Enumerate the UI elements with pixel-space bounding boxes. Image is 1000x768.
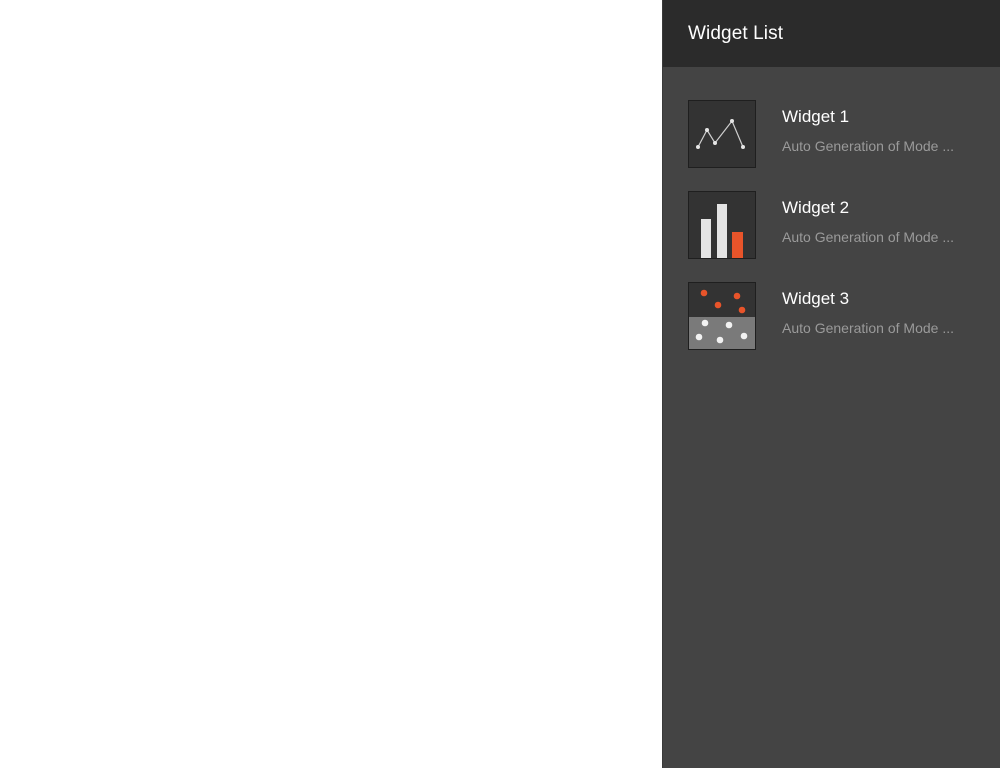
bar-chart-icon xyxy=(688,191,756,259)
panel-header: Widget List xyxy=(663,0,1000,67)
widget-item-2[interactable]: Widget 2 Auto Generation of Mode ... xyxy=(688,191,1000,259)
widget-text: Widget 1 Auto Generation of Mode ... xyxy=(782,100,954,168)
widget-name: Widget 2 xyxy=(782,198,850,217)
widget-description: Auto Generation of Mode ... xyxy=(782,320,954,336)
widget-list-panel: Widget List Widget 1 Auto Generation of … xyxy=(663,0,1000,768)
line-chart-icon xyxy=(688,100,756,168)
widget-item-1[interactable]: Widget 1 Auto Generation of Mode ... xyxy=(688,100,1000,168)
widget-description: Auto Generation of Mode ... xyxy=(782,138,954,154)
widget-text: Widget 3 Auto Generation of Mode ... xyxy=(782,282,954,350)
main-canvas xyxy=(0,0,663,768)
scatter-chart-icon xyxy=(688,282,756,350)
widget-name: Widget 3 xyxy=(782,289,850,308)
widget-item-3[interactable]: Widget 3 Auto Generation of Mode ... xyxy=(688,282,1000,350)
widget-text: Widget 2 Auto Generation of Mode ... xyxy=(782,191,954,259)
widget-name: Widget 1 xyxy=(782,107,850,126)
widget-description: Auto Generation of Mode ... xyxy=(782,229,954,245)
panel-title: Widget List xyxy=(688,22,784,44)
